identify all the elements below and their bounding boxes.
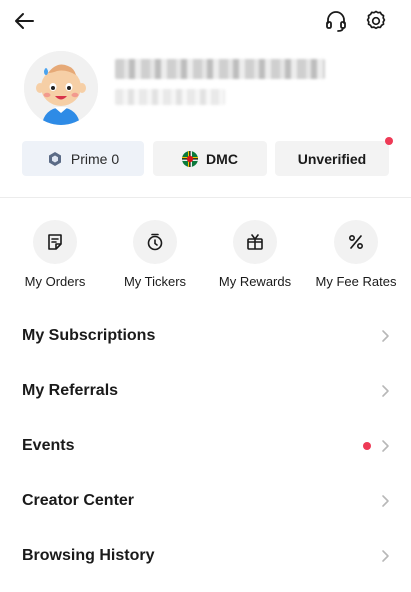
- dominica-flag-icon: [182, 150, 199, 167]
- username-redacted: [115, 59, 325, 79]
- my-fee-rates-shortcut[interactable]: My Fee Rates: [311, 220, 401, 289]
- gear-icon: [364, 9, 388, 38]
- my-tickers-label: My Tickers: [123, 274, 187, 289]
- percent-icon: [334, 220, 378, 264]
- top-bar: [0, 0, 411, 46]
- menu-item-events[interactable]: Events: [0, 418, 411, 473]
- section-divider: [0, 197, 411, 198]
- my-fee-rates-label: My Fee Rates: [315, 274, 397, 289]
- support-button[interactable]: [322, 9, 350, 37]
- menu-item-label: Events: [22, 436, 75, 454]
- chevron-right-icon: [381, 439, 391, 458]
- region-badge[interactable]: DMC: [153, 141, 267, 176]
- menu-item-label: Creator Center: [22, 491, 135, 509]
- menu-item-label: My Subscriptions: [22, 326, 156, 344]
- prime-label: Prime 0: [70, 150, 120, 167]
- settings-button[interactable]: [362, 9, 390, 37]
- menu-list: My Subscriptions My Referrals Events Cre…: [0, 308, 411, 583]
- profile-section: [0, 46, 411, 136]
- my-rewards-label: My Rewards: [218, 274, 292, 289]
- my-orders-shortcut[interactable]: My Orders: [10, 220, 100, 289]
- verification-label: Unverified: [297, 150, 367, 167]
- timer-icon: [133, 220, 177, 264]
- verification-notification-dot: [385, 137, 393, 145]
- menu-item-my-referrals[interactable]: My Referrals: [0, 363, 411, 418]
- verification-badge[interactable]: Unverified: [275, 141, 389, 176]
- status-badges: Prime 0 DMC Unverified: [0, 141, 411, 177]
- user-id-redacted: [115, 89, 225, 105]
- menu-item-label: Browsing History: [22, 546, 155, 564]
- my-orders-label: My Orders: [24, 274, 86, 289]
- prime-level-badge[interactable]: Prime 0: [22, 141, 144, 176]
- chevron-right-icon: [381, 384, 391, 403]
- chevron-right-icon: [381, 549, 391, 568]
- prime-hexagon-icon: [47, 151, 63, 167]
- chevron-right-icon: [381, 329, 391, 348]
- headset-icon: [324, 9, 348, 38]
- shortcut-row: My Orders My Tickers My Rewards My Fee R…: [0, 220, 411, 292]
- my-tickers-shortcut[interactable]: My Tickers: [110, 220, 200, 289]
- region-label: DMC: [206, 150, 238, 167]
- avatar[interactable]: [24, 51, 98, 125]
- orders-icon: [33, 220, 77, 264]
- menu-item-label: My Referrals: [22, 381, 119, 399]
- events-notification-dot: [363, 442, 371, 450]
- menu-item-browsing-history[interactable]: Browsing History: [0, 528, 411, 583]
- arrow-left-icon: [13, 10, 35, 37]
- back-button[interactable]: [10, 9, 38, 37]
- menu-item-my-subscriptions[interactable]: My Subscriptions: [0, 308, 411, 363]
- my-rewards-shortcut[interactable]: My Rewards: [210, 220, 300, 289]
- chevron-right-icon: [381, 494, 391, 513]
- menu-item-creator-center[interactable]: Creator Center: [0, 473, 411, 528]
- gift-icon: [233, 220, 277, 264]
